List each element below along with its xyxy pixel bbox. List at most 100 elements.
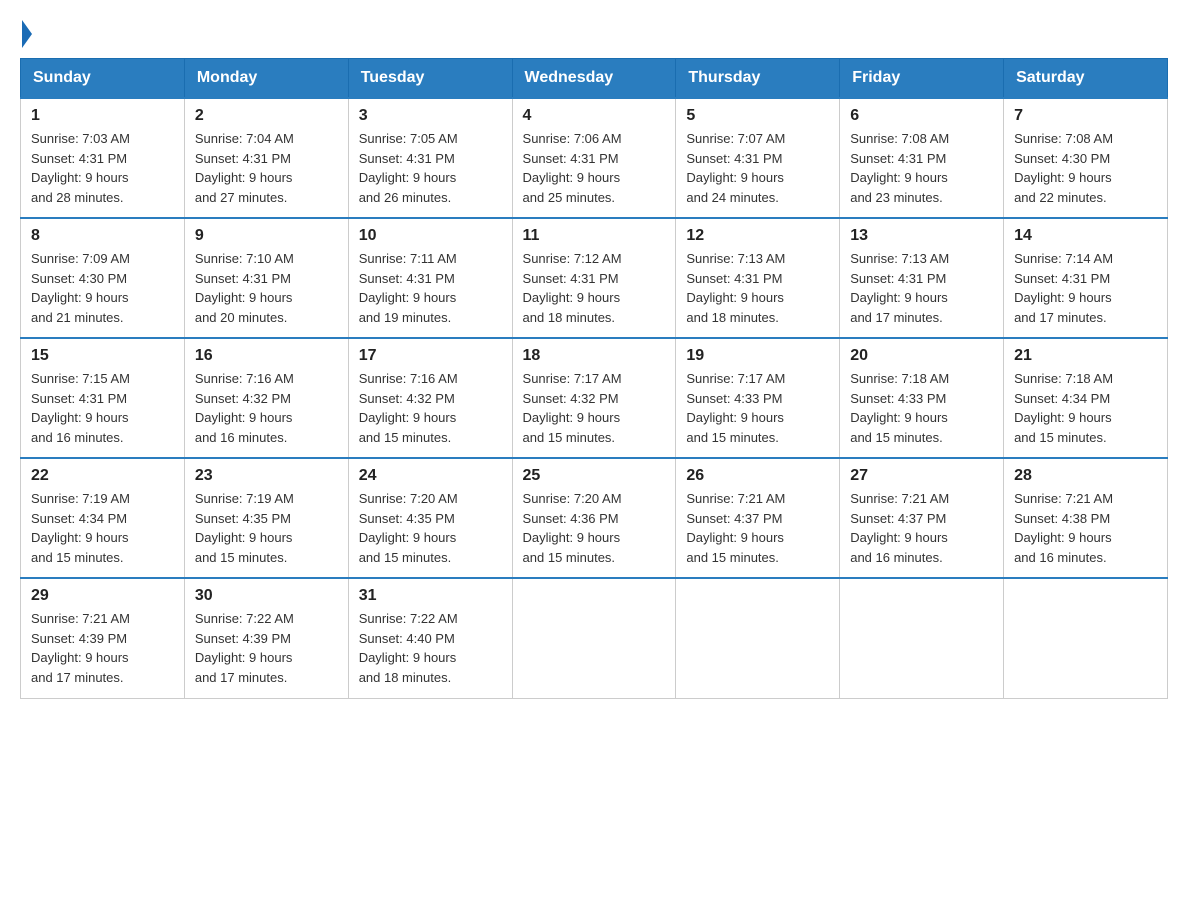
day-number: 1 <box>31 107 174 125</box>
calendar-day-cell: 13 Sunrise: 7:13 AMSunset: 4:31 PMDayligh… <box>840 218 1004 338</box>
calendar-day-cell: 17 Sunrise: 7:16 AMSunset: 4:32 PMDayligh… <box>348 338 512 458</box>
day-number: 29 <box>31 587 174 605</box>
calendar-day-cell: 19 Sunrise: 7:17 AMSunset: 4:33 PMDayligh… <box>676 338 840 458</box>
day-number: 2 <box>195 107 338 125</box>
day-number: 7 <box>1014 107 1157 125</box>
day-info: Sunrise: 7:12 AMSunset: 4:31 PMDaylight:… <box>523 249 666 327</box>
day-info: Sunrise: 7:09 AMSunset: 4:30 PMDaylight:… <box>31 249 174 327</box>
day-info: Sunrise: 7:08 AMSunset: 4:31 PMDaylight:… <box>850 129 993 207</box>
calendar-week-row: 8 Sunrise: 7:09 AMSunset: 4:30 PMDaylight… <box>21 218 1168 338</box>
calendar-week-row: 22Sunrise: 7:19 AMSunset: 4:34 PMDayligh… <box>21 458 1168 578</box>
calendar-day-cell: 7 Sunrise: 7:08 AMSunset: 4:30 PMDaylight… <box>1004 98 1168 218</box>
day-number: 3 <box>359 107 502 125</box>
day-number: 9 <box>195 227 338 245</box>
calendar-day-cell: 10 Sunrise: 7:11 AMSunset: 4:31 PMDayligh… <box>348 218 512 338</box>
calendar-day-cell: 9Sunrise: 7:10 AMSunset: 4:31 PMDaylight… <box>184 218 348 338</box>
calendar-day-cell: 23Sunrise: 7:19 AMSunset: 4:35 PMDayligh… <box>184 458 348 578</box>
calendar-day-cell: 5 Sunrise: 7:07 AMSunset: 4:31 PMDaylight… <box>676 98 840 218</box>
logo <box>20 20 32 48</box>
day-info: Sunrise: 7:04 AMSunset: 4:31 PMDaylight:… <box>195 129 338 207</box>
day-info: Sunrise: 7:18 AMSunset: 4:34 PMDaylight:… <box>1014 369 1157 447</box>
day-number: 31 <box>359 587 502 605</box>
day-number: 27 <box>850 467 993 485</box>
calendar-day-cell: 21 Sunrise: 7:18 AMSunset: 4:34 PMDayligh… <box>1004 338 1168 458</box>
day-info: Sunrise: 7:06 AMSunset: 4:31 PMDaylight:… <box>523 129 666 207</box>
calendar-day-cell: 14 Sunrise: 7:14 AMSunset: 4:31 PMDayligh… <box>1004 218 1168 338</box>
calendar-day-cell: 31Sunrise: 7:22 AMSunset: 4:40 PMDayligh… <box>348 578 512 698</box>
day-number: 15 <box>31 347 174 365</box>
day-number: 13 <box>850 227 993 245</box>
day-info: Sunrise: 7:13 AMSunset: 4:31 PMDaylight:… <box>686 249 829 327</box>
day-number: 23 <box>195 467 338 485</box>
day-number: 11 <box>523 227 666 245</box>
calendar-day-cell: 12 Sunrise: 7:13 AMSunset: 4:31 PMDayligh… <box>676 218 840 338</box>
day-info: Sunrise: 7:17 AMSunset: 4:33 PMDaylight:… <box>686 369 829 447</box>
day-info: Sunrise: 7:11 AMSunset: 4:31 PMDaylight:… <box>359 249 502 327</box>
calendar-day-cell <box>840 578 1004 698</box>
calendar-day-cell: 25 Sunrise: 7:20 AMSunset: 4:36 PMDayligh… <box>512 458 676 578</box>
day-info: Sunrise: 7:16 AMSunset: 4:32 PMDaylight:… <box>359 369 502 447</box>
day-number: 26 <box>686 467 829 485</box>
weekday-header-monday: Monday <box>184 59 348 99</box>
day-info: Sunrise: 7:08 AMSunset: 4:30 PMDaylight:… <box>1014 129 1157 207</box>
day-info: Sunrise: 7:21 AMSunset: 4:37 PMDaylight:… <box>850 489 993 567</box>
day-info: Sunrise: 7:13 AMSunset: 4:31 PMDaylight:… <box>850 249 993 327</box>
day-info: Sunrise: 7:18 AMSunset: 4:33 PMDaylight:… <box>850 369 993 447</box>
page-header <box>20 20 1168 48</box>
day-number: 21 <box>1014 347 1157 365</box>
day-number: 6 <box>850 107 993 125</box>
weekday-header-saturday: Saturday <box>1004 59 1168 99</box>
calendar-day-cell: 1 Sunrise: 7:03 AMSunset: 4:31 PMDaylight… <box>21 98 185 218</box>
weekday-header-friday: Friday <box>840 59 1004 99</box>
day-number: 5 <box>686 107 829 125</box>
day-number: 14 <box>1014 227 1157 245</box>
day-number: 12 <box>686 227 829 245</box>
day-number: 25 <box>523 467 666 485</box>
day-number: 16 <box>195 347 338 365</box>
weekday-header-sunday: Sunday <box>21 59 185 99</box>
calendar-day-cell <box>512 578 676 698</box>
calendar-day-cell: 18Sunrise: 7:17 AMSunset: 4:32 PMDayligh… <box>512 338 676 458</box>
calendar-day-cell: 29 Sunrise: 7:21 AMSunset: 4:39 PMDayligh… <box>21 578 185 698</box>
calendar-day-cell: 28 Sunrise: 7:21 AMSunset: 4:38 PMDayligh… <box>1004 458 1168 578</box>
calendar-day-cell: 26 Sunrise: 7:21 AMSunset: 4:37 PMDayligh… <box>676 458 840 578</box>
day-number: 17 <box>359 347 502 365</box>
calendar-day-cell: 27 Sunrise: 7:21 AMSunset: 4:37 PMDayligh… <box>840 458 1004 578</box>
weekday-header-row: SundayMondayTuesdayWednesdayThursdayFrid… <box>21 59 1168 99</box>
day-info: Sunrise: 7:21 AMSunset: 4:39 PMDaylight:… <box>31 609 174 687</box>
day-info: Sunrise: 7:19 AMSunset: 4:34 PMDaylight:… <box>31 489 174 567</box>
day-info: Sunrise: 7:14 AMSunset: 4:31 PMDaylight:… <box>1014 249 1157 327</box>
calendar-day-cell: 3 Sunrise: 7:05 AMSunset: 4:31 PMDaylight… <box>348 98 512 218</box>
calendar-day-cell: 20 Sunrise: 7:18 AMSunset: 4:33 PMDayligh… <box>840 338 1004 458</box>
day-info: Sunrise: 7:20 AMSunset: 4:36 PMDaylight:… <box>523 489 666 567</box>
day-info: Sunrise: 7:17 AMSunset: 4:32 PMDaylight:… <box>523 369 666 447</box>
logo-blue-part <box>20 20 32 48</box>
day-info: Sunrise: 7:21 AMSunset: 4:38 PMDaylight:… <box>1014 489 1157 567</box>
calendar-day-cell: 11 Sunrise: 7:12 AMSunset: 4:31 PMDayligh… <box>512 218 676 338</box>
day-number: 30 <box>195 587 338 605</box>
weekday-header-thursday: Thursday <box>676 59 840 99</box>
calendar-day-cell: 30 Sunrise: 7:22 AMSunset: 4:39 PMDayligh… <box>184 578 348 698</box>
day-number: 10 <box>359 227 502 245</box>
calendar-day-cell <box>676 578 840 698</box>
day-number: 28 <box>1014 467 1157 485</box>
weekday-header-wednesday: Wednesday <box>512 59 676 99</box>
day-number: 19 <box>686 347 829 365</box>
day-info: Sunrise: 7:20 AMSunset: 4:35 PMDaylight:… <box>359 489 502 567</box>
calendar-day-cell: 8 Sunrise: 7:09 AMSunset: 4:30 PMDaylight… <box>21 218 185 338</box>
day-info: Sunrise: 7:03 AMSunset: 4:31 PMDaylight:… <box>31 129 174 207</box>
calendar-day-cell: 24Sunrise: 7:20 AMSunset: 4:35 PMDayligh… <box>348 458 512 578</box>
day-number: 4 <box>523 107 666 125</box>
calendar-day-cell: 22Sunrise: 7:19 AMSunset: 4:34 PMDayligh… <box>21 458 185 578</box>
day-number: 8 <box>31 227 174 245</box>
day-info: Sunrise: 7:05 AMSunset: 4:31 PMDaylight:… <box>359 129 502 207</box>
calendar-week-row: 15 Sunrise: 7:15 AMSunset: 4:31 PMDayligh… <box>21 338 1168 458</box>
day-info: Sunrise: 7:15 AMSunset: 4:31 PMDaylight:… <box>31 369 174 447</box>
day-number: 20 <box>850 347 993 365</box>
calendar-day-cell: 15 Sunrise: 7:15 AMSunset: 4:31 PMDayligh… <box>21 338 185 458</box>
calendar-day-cell: 2 Sunrise: 7:04 AMSunset: 4:31 PMDaylight… <box>184 98 348 218</box>
day-info: Sunrise: 7:22 AMSunset: 4:39 PMDaylight:… <box>195 609 338 687</box>
logo-arrow-icon <box>22 20 32 48</box>
day-info: Sunrise: 7:21 AMSunset: 4:37 PMDaylight:… <box>686 489 829 567</box>
day-info: Sunrise: 7:07 AMSunset: 4:31 PMDaylight:… <box>686 129 829 207</box>
